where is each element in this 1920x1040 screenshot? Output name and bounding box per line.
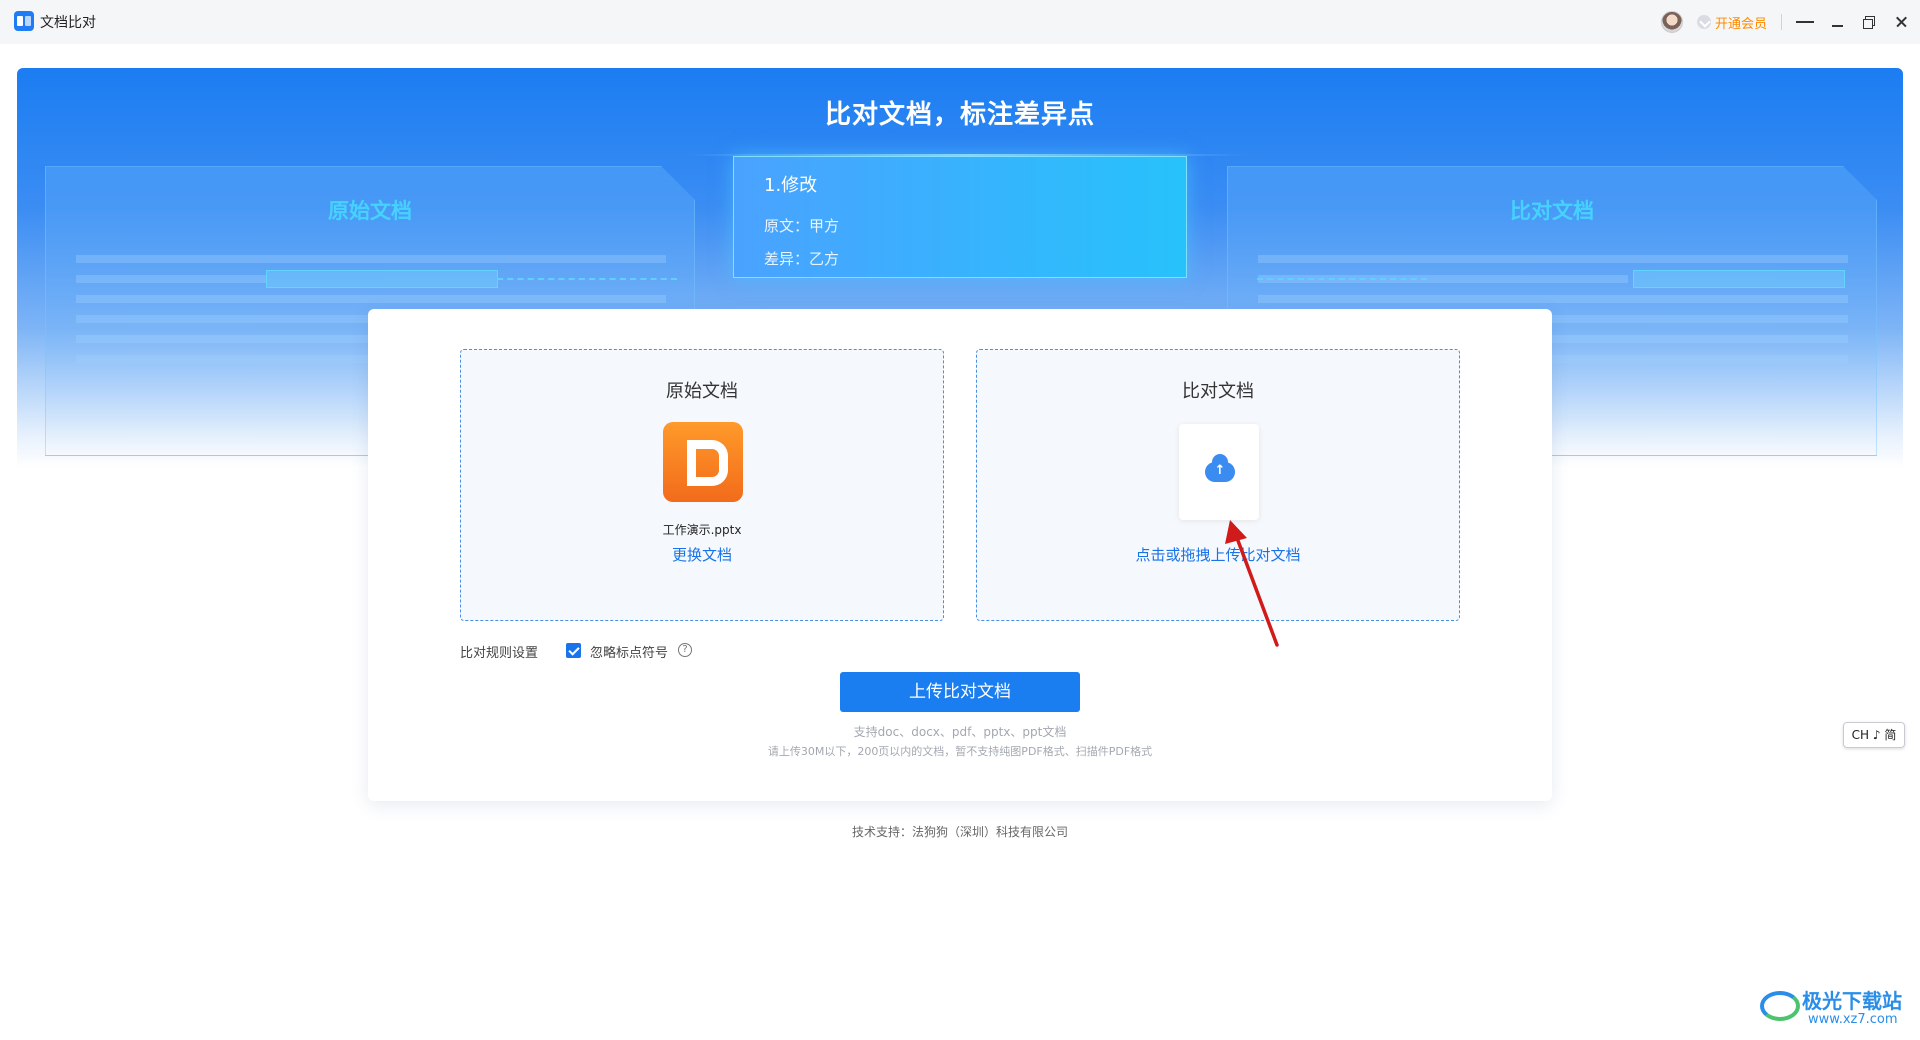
original-document-title: 原始文档 xyxy=(666,381,738,402)
file-name: 工作演示.pptx xyxy=(662,523,742,537)
change-document-link[interactable]: 更换文档 xyxy=(461,544,943,565)
restore-icon[interactable] xyxy=(1860,13,1878,31)
connector-line xyxy=(1257,278,1427,280)
vip-icon xyxy=(1696,15,1711,29)
illustration-line xyxy=(1258,255,1848,263)
illustration-highlight xyxy=(1633,270,1845,288)
footer-credit: 技术支持：法狗狗（深圳）科技有限公司 xyxy=(851,825,1068,839)
illustration-line xyxy=(76,255,666,263)
vip-button[interactable]: 开通会员 xyxy=(1696,13,1767,32)
divider xyxy=(1781,14,1782,30)
illustration-highlight xyxy=(266,270,498,288)
illustration-line xyxy=(76,275,266,283)
hero-title: 比对文档，标注差异点 xyxy=(824,100,1095,130)
diff-difference-row: 差异：乙方 xyxy=(764,250,840,268)
upload-card: 原始文档 工作演示.pptx 更换文档 比对文档 点击或拖拽上传比对文档 比对规… xyxy=(368,309,1552,801)
watermark-url: www.xz7.com xyxy=(1808,1012,1898,1027)
app-logo-icon xyxy=(14,11,34,31)
menu-icon[interactable] xyxy=(1796,13,1814,31)
ignore-punctuation-checkbox[interactable] xyxy=(566,643,581,658)
original-document-dropzone[interactable]: 原始文档 工作演示.pptx 更换文档 xyxy=(460,349,944,621)
supported-formats-hint: 支持doc、docx、pdf、pptx、ppt文档 xyxy=(853,725,1067,739)
illustration-compare-title: 比对文档 xyxy=(1510,199,1594,223)
diff-example-card: 1.修改 原文：甲方 差异：乙方 xyxy=(733,156,1187,278)
compare-document-dropzone[interactable]: 比对文档 点击或拖拽上传比对文档 xyxy=(976,349,1460,621)
avatar[interactable] xyxy=(1660,11,1683,33)
close-icon[interactable] xyxy=(1892,13,1910,31)
watermark: 极光下载站 www.xz7.com xyxy=(1760,985,1910,1033)
illustration-line xyxy=(1258,295,1848,303)
pptx-file-icon xyxy=(663,422,743,502)
upload-compare-button[interactable]: 上传比对文档 xyxy=(840,672,1080,712)
vip-label: 开通会员 xyxy=(1714,16,1767,32)
ime-indicator[interactable]: CH ♪ 简 xyxy=(1843,722,1905,748)
watermark-title: 极光下载站 xyxy=(1802,989,1902,1013)
app-title: 文档比对 xyxy=(40,15,96,31)
title-bar-controls: 开通会员 xyxy=(1660,8,1910,36)
help-icon[interactable]: ? xyxy=(678,643,692,657)
upload-compare-link[interactable]: 点击或拖拽上传比对文档 xyxy=(977,544,1459,565)
connector-line xyxy=(497,278,677,280)
illustration-original-title: 原始文档 xyxy=(328,199,412,223)
illustration-line xyxy=(76,295,666,303)
watermark-logo-icon xyxy=(1760,991,1800,1021)
compare-document-title: 比对文档 xyxy=(1182,381,1254,402)
rules-settings-label: 比对规则设置 xyxy=(460,646,539,661)
annotation-arrow xyxy=(1225,520,1279,647)
upload-area[interactable] xyxy=(1179,424,1259,520)
file-limits-hint: 请上传30M以下，200页以内的文档，暂不支持纯图PDF格式、扫描件PDF格式 xyxy=(767,745,1153,758)
ignore-punctuation-label[interactable]: 忽略标点符号 xyxy=(590,642,668,661)
diff-original-row: 原文：甲方 xyxy=(764,217,840,235)
title-bar: 文档比对 开通会员 xyxy=(0,0,1920,44)
diff-heading: 1.修改 xyxy=(764,175,818,196)
minimize-icon[interactable] xyxy=(1828,13,1846,31)
cloud-upload-icon xyxy=(1205,454,1235,482)
